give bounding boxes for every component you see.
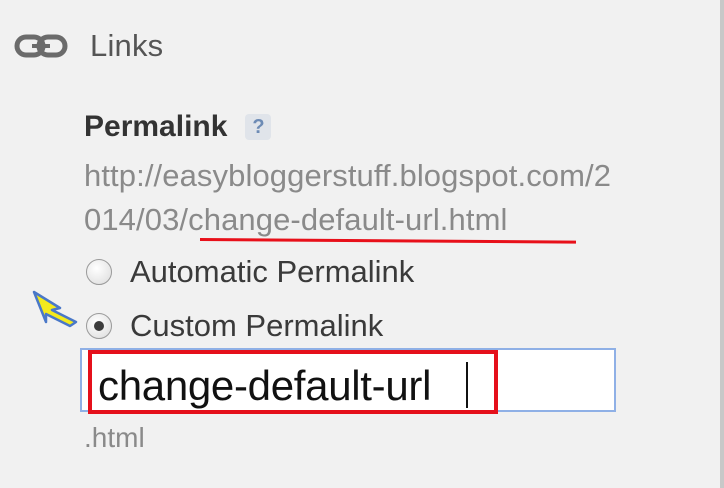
text-cursor xyxy=(466,362,468,408)
permalink-url-line-2: 014/03/change-default-url.html xyxy=(84,202,508,237)
permalink-url-line-1: http://easybloggerstuff.blogspot.com/2 xyxy=(84,158,612,193)
yellow-arrow-annotation-icon xyxy=(32,290,78,328)
custom-permalink-radio[interactable] xyxy=(86,313,112,339)
automatic-permalink-radio[interactable] xyxy=(86,259,112,285)
permalink-suffix: .html xyxy=(84,422,145,453)
automatic-permalink-label[interactable]: Automatic Permalink xyxy=(130,254,414,290)
panel-right-edge xyxy=(720,0,724,488)
red-underline-annotation xyxy=(199,238,577,244)
link-icon xyxy=(14,34,68,58)
permalink-label: Permalink xyxy=(84,110,228,143)
custom-permalink-input-value[interactable]: change-default-url xyxy=(98,362,431,410)
help-icon[interactable]: ? xyxy=(245,114,272,140)
custom-permalink-option[interactable]: Custom Permalink xyxy=(86,308,383,344)
automatic-permalink-option[interactable]: Automatic Permalink xyxy=(86,254,414,290)
permalink-label-row: Permalink ? xyxy=(84,110,272,144)
links-section-title: Links xyxy=(90,28,164,63)
links-section-header[interactable]: Links xyxy=(14,28,163,64)
custom-permalink-label[interactable]: Custom Permalink xyxy=(130,308,383,344)
